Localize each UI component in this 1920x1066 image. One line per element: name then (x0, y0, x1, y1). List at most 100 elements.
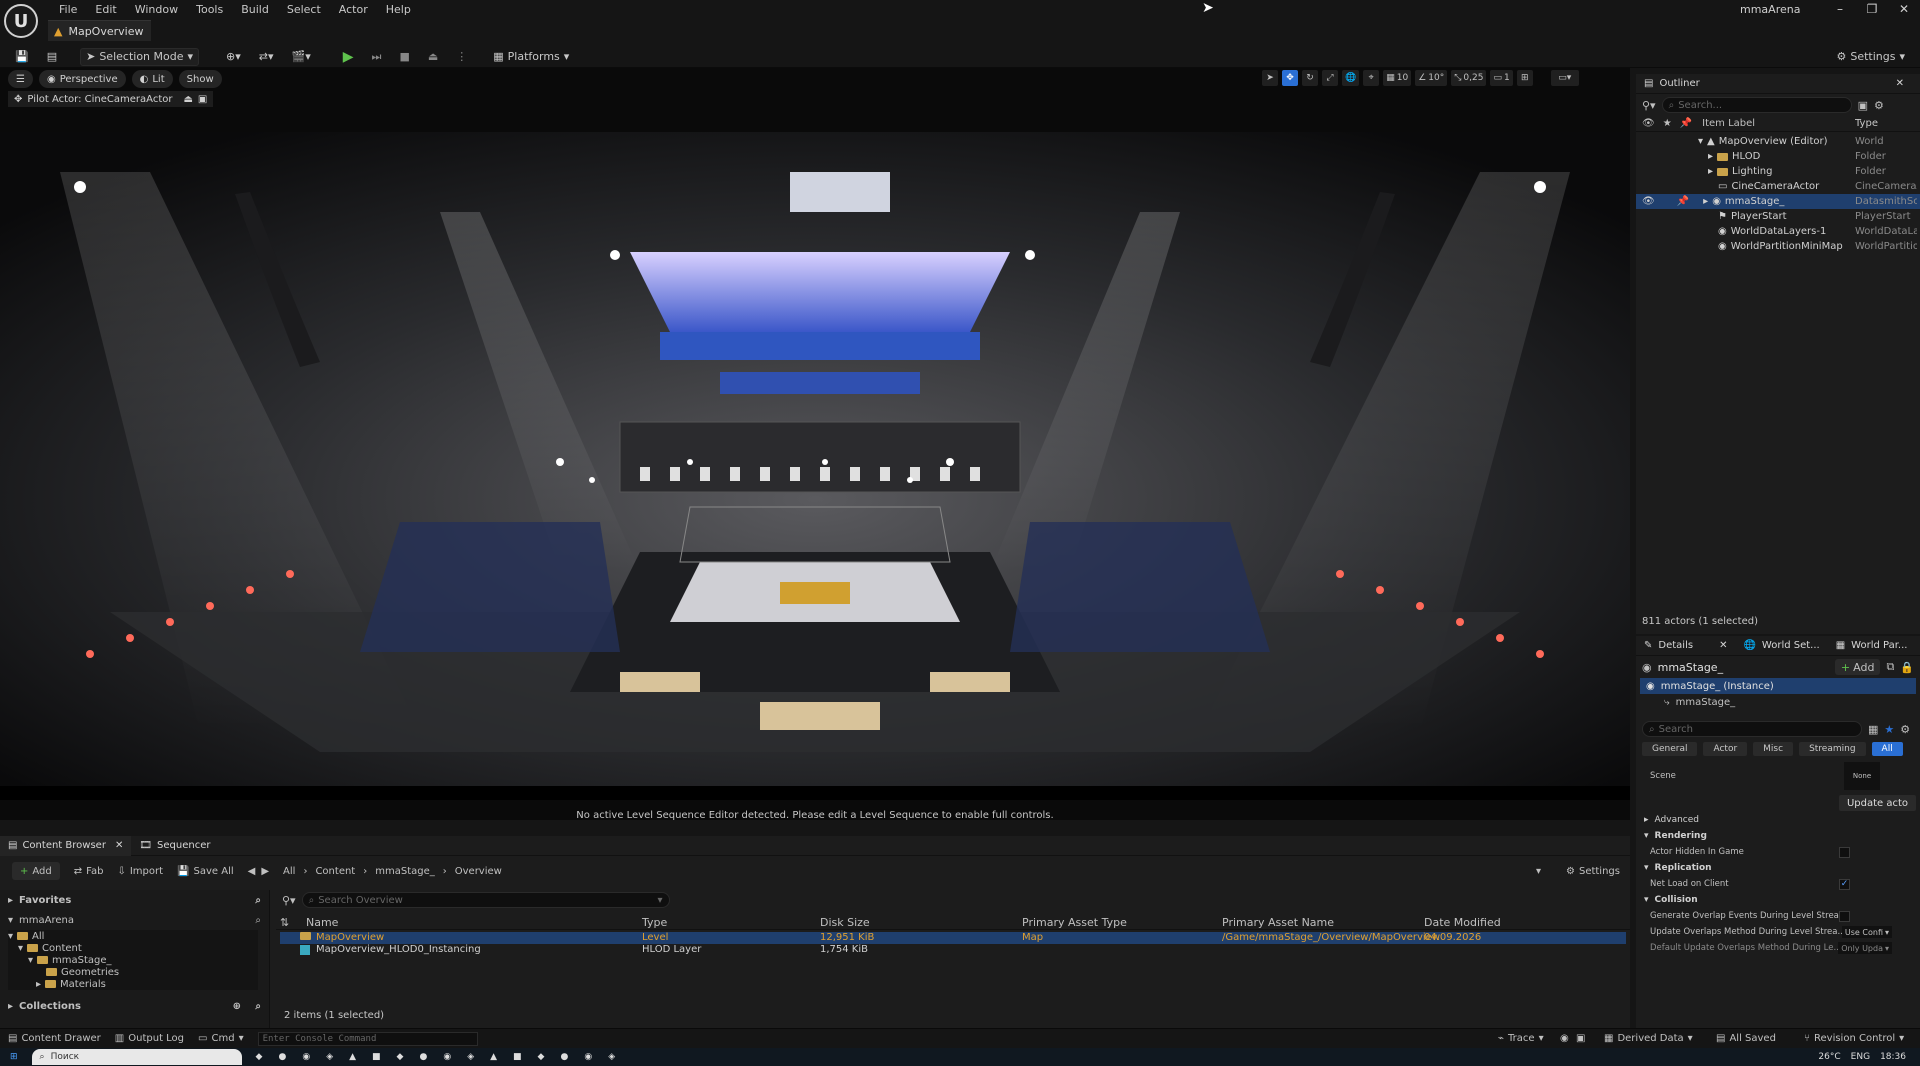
menu-edit[interactable]: Edit (86, 3, 125, 16)
search-icon[interactable]: ⌕ (255, 1001, 261, 1012)
arena-scene-render[interactable] (0, 132, 1630, 800)
menu-help[interactable]: Help (377, 3, 420, 16)
folder-materials[interactable]: ▸ Materials (8, 978, 258, 990)
visibility-icon[interactable]: 👁 (1642, 196, 1655, 207)
filter-icon[interactable]: ⚲▾ (1642, 99, 1656, 112)
content-drawer-button[interactable]: ▤ Content Drawer (8, 1033, 101, 1044)
folder-content[interactable]: ▾ Content (8, 942, 258, 954)
app-icon[interactable]: ◉ (584, 1052, 592, 1062)
view-mode-button[interactable]: ◐ Lit (131, 70, 173, 88)
blueprint-icon[interactable]: ⧉ (1886, 660, 1894, 674)
rotation-snap-button[interactable]: ∠ 10° (1415, 70, 1448, 86)
content-icon[interactable]: ▤ (42, 48, 62, 66)
outliner-tab[interactable]: ▤ Outliner ✕ (1636, 74, 1920, 94)
level-viewport[interactable]: ☰ ◉ Perspective ◐ Lit Show ✥ Pilot Actor… (0, 68, 1630, 820)
record-icon[interactable]: ◉ (1560, 1033, 1569, 1044)
app-icon[interactable]: ■ (513, 1052, 522, 1062)
stop-button[interactable]: ■ (394, 48, 414, 66)
close-tab-icon[interactable]: ✕ (1896, 78, 1912, 89)
clock[interactable]: 18:36 (1880, 1052, 1906, 1062)
breadcrumb-content[interactable]: Content (315, 866, 355, 877)
step-button[interactable]: ⏭ (367, 48, 387, 66)
maximize-button[interactable]: ❐ (1856, 2, 1888, 16)
add-collection-icon[interactable]: ⊕ (233, 1001, 241, 1012)
asset-row[interactable]: MapOverview_HLOD0_Instancing HLOD Layer … (280, 944, 1626, 956)
screenshot-icon[interactable]: ▣ (1576, 1033, 1585, 1044)
menu-file[interactable]: File (50, 3, 86, 16)
app-icon[interactable]: ● (560, 1052, 568, 1062)
close-window-button[interactable]: ✕ (1888, 2, 1920, 16)
favorites-section[interactable]: ▸ Favorites ⌕ (0, 890, 269, 910)
platforms-dropdown[interactable]: ▦ Platforms ▾ (488, 48, 574, 66)
app-icon[interactable]: ◉ (302, 1052, 310, 1062)
scale-tool-icon[interactable]: ⤢ (1322, 70, 1338, 86)
close-tab-icon[interactable]: ✕ (115, 840, 123, 851)
net-load-checkbox-checked[interactable]: ✓ (1839, 878, 1850, 890)
surface-snap-icon[interactable]: ⌖ (1363, 70, 1380, 86)
console-input[interactable]: Enter Console Command (257, 1031, 478, 1046)
scale-snap-button[interactable]: ⤡ 0,25 (1451, 70, 1487, 86)
column-options-icon[interactable]: ⇅ (280, 916, 289, 929)
col-primary-asset-type[interactable]: Primary Asset Type (1022, 916, 1127, 929)
eject-button[interactable]: ⏏ (423, 48, 443, 66)
output-log-button[interactable]: ▥ Output Log (115, 1033, 184, 1044)
app-icon[interactable]: ● (278, 1052, 286, 1062)
settings-dropdown[interactable]: ⚙ Settings ▾ (1831, 48, 1910, 66)
col-name[interactable]: Name (306, 916, 338, 929)
section-collision[interactable]: ▾ Collision (1636, 892, 1920, 908)
filter-streaming[interactable]: Streaming (1799, 742, 1866, 756)
col-primary-asset-name[interactable]: Primary Asset Name (1222, 916, 1334, 929)
minimize-button[interactable]: – (1824, 2, 1856, 16)
add-folder-icon[interactable]: ▣ (1858, 99, 1868, 112)
filter-all[interactable]: All (1871, 742, 1903, 756)
fab-button[interactable]: ⇄ Fab (74, 866, 104, 877)
asset-row-selected[interactable]: MapOverview Level 12,951 KiB Map /Game/m… (280, 932, 1626, 944)
trace-dropdown[interactable]: ⌁ Trace ▾ (1498, 1033, 1544, 1044)
select-tool-icon[interactable]: ➤ (1262, 70, 1278, 86)
menu-window[interactable]: Window (126, 3, 187, 16)
save-all-button[interactable]: 💾 Save All (177, 866, 234, 877)
col-disk-size[interactable]: Disk Size (820, 916, 870, 929)
save-icon[interactable]: 💾 (10, 48, 34, 66)
add-button[interactable]: + Add (12, 862, 60, 880)
scene-thumbnail[interactable]: None (1844, 762, 1880, 790)
revision-control-button[interactable]: ⑂ Revision Control ▾ (1804, 1033, 1904, 1044)
collections-section[interactable]: ▸ Collections ⊕ ⌕ (0, 996, 269, 1016)
show-button[interactable]: Show (178, 70, 222, 88)
windows-start-icon[interactable]: ⊞ (10, 1052, 18, 1062)
viewport-menu-icon[interactable]: ☰ (8, 70, 33, 88)
outliner-row[interactable]: ▸ Lighting Folder (1636, 164, 1920, 179)
camera-speed-button[interactable]: ▭ 1 (1490, 70, 1513, 86)
favorite-star-icon[interactable]: ★ (1884, 723, 1894, 736)
outliner-row[interactable]: ◉ WorldDataLayers-1 WorldDataLa (1636, 224, 1920, 239)
folder-mmastage[interactable]: ▾ mmaStage_ (8, 954, 258, 966)
rotate-tool-icon[interactable]: ↻ (1302, 70, 1318, 86)
menu-tools[interactable]: Tools (187, 3, 232, 16)
selection-mode-dropdown[interactable]: ➤ Selection Mode ▾ (80, 47, 200, 66)
item-label-header[interactable]: Item Label (1702, 118, 1755, 129)
lock-icon[interactable]: 🔒 (1900, 661, 1914, 674)
app-icon[interactable]: ◉ (443, 1052, 451, 1062)
content-settings-button[interactable]: ⚙ Settings (1566, 866, 1620, 877)
update-overlap-dropdown[interactable]: Use Confi ▾ (1841, 926, 1892, 938)
section-advanced[interactable]: ▸ Advanced (1636, 812, 1920, 828)
tab-content-browser[interactable]: ▤ Content Browser ✕ (0, 835, 132, 856)
folder-geometries[interactable]: Geometries (8, 966, 258, 978)
table-view-icon[interactable]: ▦ (1868, 723, 1878, 736)
filter-icon[interactable]: ⚲▾ (282, 894, 296, 907)
forward-icon[interactable]: ▶ (261, 866, 269, 877)
blueprint-icon[interactable]: ⇄▾ (254, 48, 279, 66)
breadcrumb-mmastage[interactable]: mmaStage_ (375, 866, 435, 877)
play-button[interactable]: ▶ (338, 48, 359, 66)
pin-icon[interactable]: 📌 (1680, 118, 1692, 129)
weather-temp[interactable]: 26°C (1818, 1052, 1840, 1062)
outliner-row[interactable]: ▾ ▲ MapOverview (Editor) World (1636, 134, 1920, 149)
layout-icon[interactable]: ⊞ (1516, 70, 1533, 86)
visibility-icon[interactable]: 👁 (1642, 118, 1655, 129)
search-icon[interactable]: ⌕ (255, 915, 261, 926)
app-icon[interactable]: ◆ (538, 1052, 545, 1062)
world-space-icon[interactable]: 🌐 (1342, 70, 1360, 86)
cmd-dropdown[interactable]: ▭ Cmd ▾ (198, 1033, 244, 1044)
tab-details[interactable]: ✎ Details ✕ (1636, 636, 1735, 656)
outliner-search[interactable]: ⌕ Search... (1661, 97, 1852, 113)
